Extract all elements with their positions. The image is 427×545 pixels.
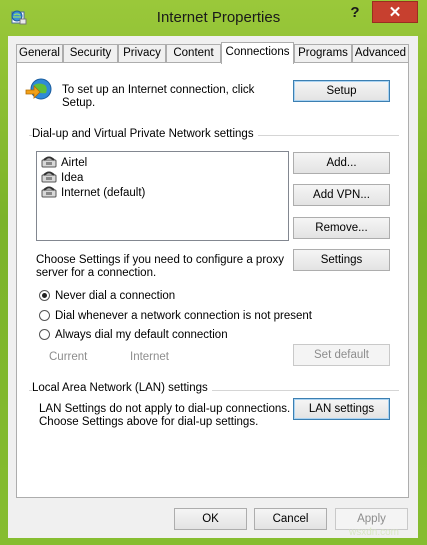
phone-modem-icon: [41, 156, 57, 168]
lan-heading: Local Area Network (LAN) settings: [32, 382, 212, 394]
tab-general[interactable]: General: [16, 44, 63, 62]
tab-privacy[interactable]: Privacy: [118, 44, 166, 62]
radio-dot[interactable]: [39, 290, 50, 301]
lan-description-line1: LAN Settings do not apply to dial-up con…: [39, 403, 291, 415]
radio-dot[interactable]: [39, 329, 50, 340]
radio-dial-when-no-network[interactable]: Dial whenever a network connection is no…: [39, 310, 312, 322]
tab-programs[interactable]: Programs: [294, 44, 352, 62]
current-label: Current: [49, 351, 88, 363]
list-item[interactable]: Airtel: [41, 155, 87, 170]
set-default-button[interactable]: Set default: [293, 344, 390, 366]
connection-list[interactable]: Airtel Idea Internet (default): [36, 151, 289, 241]
dialup-heading: Dial-up and Virtual Private Network sett…: [32, 128, 258, 140]
watermark: wsxdn.com: [349, 527, 400, 538]
cancel-button[interactable]: Cancel: [254, 508, 327, 530]
lan-description-line2: Choose Settings above for dial-up settin…: [39, 416, 259, 428]
tab-security[interactable]: Security: [63, 44, 118, 62]
radio-dot[interactable]: [39, 310, 50, 321]
connection-name: Airtel: [61, 157, 88, 169]
add-vpn-button[interactable]: Add VPN...: [293, 184, 390, 206]
proxy-description-line1: Choose Settings if you need to configure…: [36, 254, 285, 266]
settings-button[interactable]: Settings: [293, 249, 390, 271]
radio-never-dial[interactable]: Never dial a connection: [39, 290, 175, 302]
close-button[interactable]: ✕: [372, 1, 418, 23]
list-item[interactable]: Internet (default): [41, 185, 145, 200]
remove-button[interactable]: Remove...: [293, 217, 390, 239]
list-item[interactable]: Idea: [41, 170, 83, 185]
setup-description-line2: Setup.: [62, 97, 96, 109]
ok-button[interactable]: OK: [174, 508, 247, 530]
window-frame: Internet Properties ? ✕ General Security…: [0, 0, 427, 545]
proxy-description-line2: server for a connection.: [36, 267, 157, 279]
add-button[interactable]: Add...: [293, 152, 390, 174]
globe-with-arrow-icon: [25, 78, 52, 100]
tab-advanced[interactable]: Advanced: [352, 44, 409, 62]
phone-modem-icon: [41, 171, 57, 183]
radio-always-dial[interactable]: Always dial my default connection: [39, 329, 228, 341]
connections-panel: To set up an Internet connection, click …: [16, 62, 409, 498]
dialog-client-area: General Security Privacy Content Connect…: [8, 36, 418, 538]
phone-modem-icon: [41, 186, 57, 198]
help-button[interactable]: ?: [340, 2, 370, 24]
setup-button[interactable]: Setup: [293, 80, 390, 102]
tab-connections[interactable]: Connections: [221, 42, 294, 64]
lan-settings-button[interactable]: LAN settings: [293, 398, 390, 420]
current-value: Internet: [130, 351, 169, 363]
connection-name: Internet (default): [61, 187, 146, 199]
connection-name: Idea: [61, 172, 84, 184]
setup-description-line1: To set up an Internet connection, click: [62, 84, 255, 96]
radio-label: Always dial my default connection: [55, 329, 228, 341]
tab-content[interactable]: Content: [166, 44, 221, 62]
title-bar[interactable]: Internet Properties ? ✕: [0, 0, 427, 36]
radio-label: Never dial a connection: [55, 290, 176, 302]
radio-label: Dial whenever a network connection is no…: [55, 310, 312, 322]
